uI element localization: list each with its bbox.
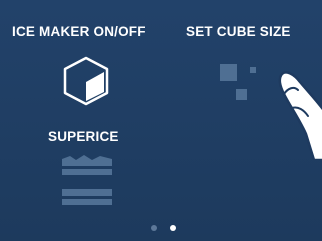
superice-label: SUPERICE [48,129,119,144]
set-cube-size-label: SET CUBE SIZE [186,24,291,39]
finger-touch-icon [278,71,322,160]
cube-size-icon [220,64,256,100]
page-dot-2-active[interactable] [170,225,176,231]
page-dot-1[interactable] [151,225,157,231]
cube-icon [63,56,109,106]
ice-maker-label: ICE MAKER ON/OFF [12,24,146,39]
control-panel-screen: ICE MAKER ON/OFF SET CUBE SIZE SUPERICE [0,0,322,241]
superice-icon [62,155,112,205]
ice-maker-toggle-button[interactable]: ICE MAKER ON/OFF [8,20,168,115]
superice-button[interactable]: SUPERICE [40,125,150,215]
